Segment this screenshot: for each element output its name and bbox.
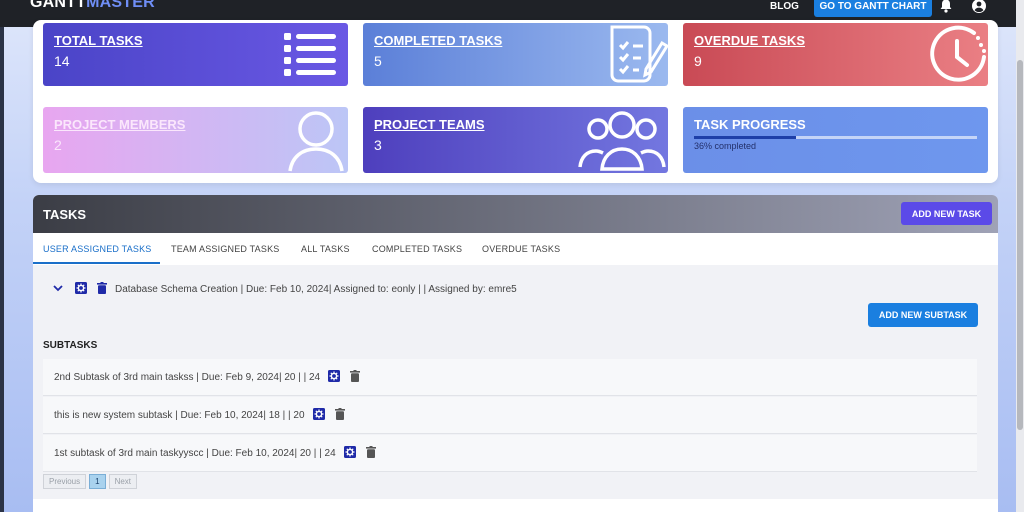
total-tasks-value: 14 — [54, 53, 70, 69]
completed-tasks-value: 5 — [374, 53, 382, 69]
chevron-down-icon[interactable] — [53, 284, 63, 295]
brand-logo[interactable]: GANTTMASTER — [30, 0, 155, 12]
settings-icon[interactable] — [328, 369, 341, 385]
trash-icon[interactable] — [334, 407, 345, 423]
tasks-header: TASKS ADD NEW TASK — [33, 195, 998, 233]
overdue-tasks-card[interactable]: OVERDUE TASKS 9 — [683, 23, 988, 86]
trash-icon[interactable] — [97, 282, 107, 297]
bell-icon[interactable] — [938, 0, 954, 14]
next-section-edge — [33, 499, 998, 512]
tasks-heading: TASKS — [43, 207, 87, 222]
main-task-row: Database Schema Creation | Due: Feb 10, … — [53, 282, 517, 297]
brand-part-2: MASTER — [86, 0, 155, 11]
page: GANTTMASTER BLOG GO TO GANTT CHART TOTAL… — [0, 0, 1016, 512]
active-tab-indicator — [33, 262, 160, 264]
brand-part-1: GANTT — [30, 0, 87, 11]
clock-icon — [926, 23, 988, 86]
project-members-title[interactable]: PROJECT MEMBERS — [54, 117, 185, 132]
total-tasks-card[interactable]: TOTAL TASKS 14 — [43, 23, 348, 86]
progress-bar-fill — [694, 136, 796, 139]
list-icon — [284, 31, 336, 84]
settings-icon[interactable] — [75, 282, 87, 297]
total-tasks-title[interactable]: TOTAL TASKS — [54, 33, 143, 48]
stats-card: TOTAL TASKS 14 COMPLETED TASKS 5 OVERDUE… — [33, 20, 998, 183]
task-progress-card: TASK PROGRESS 36% completed — [683, 107, 988, 173]
pagination-page-1[interactable]: 1 — [89, 474, 106, 489]
checklist-pen-icon — [606, 23, 668, 86]
pagination-previous[interactable]: Previous — [43, 474, 87, 489]
pagination: Previous 1 Next — [43, 474, 138, 489]
project-teams-card[interactable]: PROJECT TEAMS 3 — [363, 107, 668, 173]
subtask-text: this is new system subtask | Due: Feb 10… — [54, 409, 305, 421]
settings-icon[interactable] — [312, 407, 325, 423]
group-icon — [576, 107, 668, 173]
subtask-row: this is new system subtask | Due: Feb 10… — [43, 397, 977, 434]
trash-icon[interactable] — [350, 369, 361, 385]
task-tabs: USER ASSIGNED TASKS TEAM ASSIGNED TASKS … — [33, 233, 998, 265]
task-progress-title: TASK PROGRESS — [694, 117, 806, 132]
add-new-subtask-button[interactable]: ADD NEW SUBTASK — [868, 303, 978, 327]
subtask-text: 1st subtask of 3rd main taskyyscc | Due:… — [54, 447, 336, 459]
trash-icon[interactable] — [365, 445, 376, 461]
completed-tasks-title[interactable]: COMPLETED TASKS — [374, 33, 502, 48]
progress-text: 36% completed — [694, 141, 757, 151]
tab-overdue-tasks[interactable]: OVERDUE TASKS — [482, 244, 560, 254]
tab-all-tasks[interactable]: ALL TASKS — [301, 244, 350, 254]
tasks-panel: TASKS ADD NEW TASK USER ASSIGNED TASKS T… — [33, 195, 998, 512]
window-edge — [0, 0, 4, 512]
tab-user-assigned-tasks[interactable]: USER ASSIGNED TASKS — [43, 244, 152, 254]
tab-team-assigned-tasks[interactable]: TEAM ASSIGNED TASKS — [171, 244, 280, 254]
settings-icon[interactable] — [343, 445, 356, 461]
subtask-row: 2nd Subtask of 3rd main taskss | Due: Fe… — [43, 359, 977, 396]
pagination-next[interactable]: Next — [108, 474, 138, 489]
main-task-text: Database Schema Creation | Due: Feb 10, … — [115, 284, 517, 295]
page-scrollbar[interactable] — [1016, 0, 1024, 512]
completed-tasks-card[interactable]: COMPLETED TASKS 5 — [363, 23, 668, 86]
project-teams-value: 3 — [374, 137, 382, 153]
project-members-value: 2 — [54, 137, 62, 153]
project-teams-title[interactable]: PROJECT TEAMS — [374, 117, 485, 132]
tab-completed-tasks[interactable]: COMPLETED TASKS — [372, 244, 462, 254]
subtask-text: 2nd Subtask of 3rd main taskss | Due: Fe… — [54, 371, 321, 383]
scrollbar-thumb[interactable] — [1017, 60, 1023, 430]
go-to-gantt-chart-button[interactable]: GO TO GANTT CHART — [814, 0, 932, 17]
project-members-card[interactable]: PROJECT MEMBERS 2 — [43, 107, 348, 173]
blog-link[interactable]: BLOG — [770, 1, 799, 12]
subtask-row: 1st subtask of 3rd main taskyyscc | Due:… — [43, 435, 977, 472]
overdue-tasks-title[interactable]: OVERDUE TASKS — [694, 33, 805, 48]
subtasks-heading: SUBTASKS — [43, 340, 98, 351]
overdue-tasks-value: 9 — [694, 53, 702, 69]
progress-bar-track — [694, 136, 977, 139]
add-new-task-button[interactable]: ADD NEW TASK — [901, 202, 992, 225]
user-circle-icon[interactable] — [971, 0, 987, 14]
person-icon — [284, 107, 348, 173]
